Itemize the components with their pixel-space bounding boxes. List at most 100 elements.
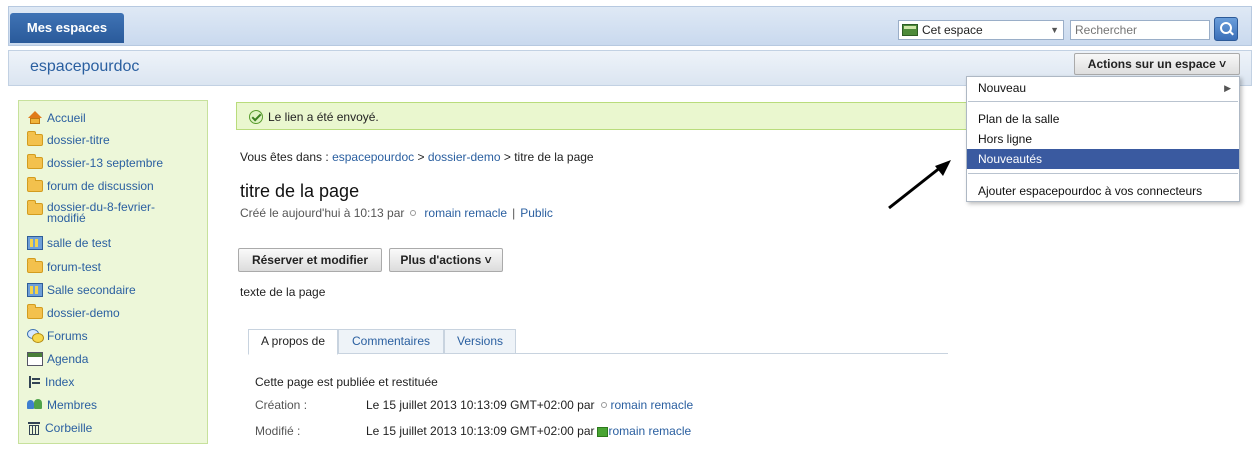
menu-item-nouveautes[interactable]: Nouveautés bbox=[967, 149, 1239, 169]
forums-icon bbox=[27, 329, 44, 343]
sidebar-item-label: Accueil bbox=[47, 111, 86, 125]
annotation-arrow bbox=[888, 160, 951, 210]
created-value: Le 15 juillet 2013 10:13:09 GMT+02:00 pa… bbox=[366, 398, 693, 412]
space-actions-button[interactable]: Actions sur un espace ˅ bbox=[1074, 53, 1240, 75]
breadcrumb-separator: > bbox=[414, 150, 428, 164]
sidebar-item-dossier-demo[interactable]: dossier-demo bbox=[27, 304, 120, 326]
space-actions-menu: Nouveau ▶ Plan de la salle Hors ligne Nou… bbox=[966, 76, 1240, 202]
breadcrumb: Vous êtes dans : espacepourdoc > dossier… bbox=[240, 150, 594, 164]
sidebar-item-label: forum-test bbox=[47, 260, 102, 274]
created-date: Le 15 juillet 2013 10:13:09 GMT+02:00 pa… bbox=[366, 398, 595, 412]
user-status-icon bbox=[600, 402, 607, 409]
sidebar-item-label: Salle secondaire bbox=[47, 283, 136, 297]
sidebar-item-label: dossier-13 septembre bbox=[47, 156, 164, 170]
breadcrumb-prefix: Vous êtes dans : bbox=[240, 150, 333, 164]
sidebar-item-salle-secondaire[interactable]: Salle secondaire bbox=[27, 283, 136, 303]
folder-icon bbox=[27, 304, 43, 319]
created-label: Création : bbox=[255, 398, 308, 412]
check-circle-icon bbox=[249, 110, 263, 124]
room-icon bbox=[27, 283, 43, 297]
menu-item-hors-ligne[interactable]: Hors ligne bbox=[967, 129, 1239, 149]
search-input[interactable] bbox=[1070, 20, 1210, 40]
tab-versions[interactable]: Versions bbox=[444, 329, 516, 354]
sidebar-item-label: Agenda bbox=[47, 352, 89, 366]
visibility-link[interactable]: Public bbox=[520, 206, 553, 220]
members-icon bbox=[27, 398, 43, 412]
sidebar-item-forum-de-discussion[interactable]: forum de discussion bbox=[27, 177, 154, 199]
menu-separator bbox=[968, 101, 1238, 102]
folder-icon bbox=[27, 154, 43, 169]
page-meta: Créé le aujourd'hui à 10:13 par romain re… bbox=[240, 206, 553, 220]
sidebar: Accueil dossier-titre dossier-13 septemb… bbox=[18, 100, 208, 444]
modified-date: Le 15 juillet 2013 10:13:09 GMT+02:00 pa… bbox=[366, 424, 595, 438]
home-icon bbox=[27, 111, 43, 125]
search-scope-value: Cet espace bbox=[922, 23, 983, 37]
meta-separator: | bbox=[512, 206, 516, 220]
sidebar-item-label: salle de test bbox=[47, 236, 112, 250]
breadcrumb-separator: > bbox=[500, 150, 515, 164]
creator-link[interactable]: romain remacle bbox=[611, 398, 694, 412]
page-body: texte de la page bbox=[240, 285, 326, 299]
sidebar-item-label: dossier-titre bbox=[47, 133, 110, 147]
chevron-down-icon: ▼ bbox=[1050, 25, 1059, 35]
sidebar-item-forum-test[interactable]: forum-test bbox=[27, 258, 102, 280]
user-status-icon bbox=[410, 210, 417, 217]
menu-item-ajouter-connecteurs[interactable]: Ajouter espacepourdoc à vos connecteurs bbox=[967, 181, 1239, 201]
space-title[interactable]: espacepourdoc bbox=[30, 58, 139, 76]
sidebar-item-salle-de-test[interactable]: salle de test bbox=[27, 236, 111, 256]
menu-item-nouveau[interactable]: Nouveau ▶ bbox=[967, 78, 1239, 98]
search-button[interactable] bbox=[1214, 17, 1238, 41]
arrow-head bbox=[935, 160, 951, 176]
success-notice: Le lien a été envoyé. bbox=[236, 102, 976, 130]
sidebar-item-dossier-titre[interactable]: dossier-titre bbox=[27, 131, 110, 153]
sidebar-item-forums[interactable]: Forums bbox=[27, 329, 88, 349]
breadcrumb-current: titre de la page bbox=[514, 150, 594, 164]
trash-icon bbox=[27, 421, 41, 435]
sidebar-item-label: Index bbox=[45, 375, 75, 389]
sidebar-item-index[interactable]: Index bbox=[27, 375, 74, 395]
menu-separator bbox=[968, 173, 1238, 174]
search-scope-select[interactable]: Cet espace ▼ bbox=[898, 20, 1064, 40]
sidebar-item-dossier-du-8-fevrier[interactable]: dossier-du-8-fevrier- modifié bbox=[27, 200, 156, 232]
created-text: Créé le aujourd'hui à 10:13 par bbox=[240, 206, 405, 220]
sidebar-item-label: dossier-demo bbox=[47, 306, 120, 320]
breadcrumb-link-space[interactable]: espacepourdoc bbox=[332, 150, 414, 164]
more-actions-button[interactable]: Plus d'actions ˅ bbox=[389, 248, 503, 272]
sidebar-item-accueil[interactable]: Accueil bbox=[27, 111, 86, 131]
sidebar-item-agenda[interactable]: Agenda bbox=[27, 352, 88, 372]
publication-status: Cette page est publiée et restituée bbox=[255, 375, 438, 389]
chevron-right-icon: ▶ bbox=[1224, 83, 1231, 93]
tab-commentaires[interactable]: Commentaires bbox=[338, 329, 444, 354]
folder-icon bbox=[27, 200, 43, 215]
space-icon bbox=[902, 24, 918, 36]
breadcrumb-link-folder[interactable]: dossier-demo bbox=[428, 150, 501, 164]
sidebar-item-label: Membres bbox=[47, 398, 98, 412]
sidebar-item-label: dossier-du-8-fevrier- modifié bbox=[47, 200, 156, 225]
online-status-icon bbox=[596, 426, 608, 437]
menu-item-plan-de-la-salle[interactable]: Plan de la salle bbox=[967, 109, 1239, 129]
menu-item-label: Nouveau bbox=[978, 81, 1027, 95]
author-link[interactable]: romain remacle bbox=[424, 206, 507, 220]
arrow-line bbox=[888, 165, 942, 210]
room-icon bbox=[27, 236, 43, 250]
sidebar-item-dossier-13-septembre[interactable]: dossier-13 septembre bbox=[27, 154, 164, 176]
reserve-edit-button[interactable]: Réserver et modifier bbox=[238, 248, 382, 272]
folder-icon bbox=[27, 131, 43, 146]
folder-icon bbox=[27, 258, 43, 273]
modifier-link[interactable]: romain remacle bbox=[609, 424, 692, 438]
modified-value: Le 15 juillet 2013 10:13:09 GMT+02:00 pa… bbox=[366, 424, 691, 438]
top-bar bbox=[8, 6, 1252, 46]
notice-text: Le lien a été envoyé. bbox=[268, 110, 379, 124]
modified-label: Modifié : bbox=[255, 424, 301, 438]
folder-icon bbox=[27, 177, 43, 192]
sidebar-item-corbeille[interactable]: Corbeille bbox=[27, 421, 92, 441]
my-spaces-tab[interactable]: Mes espaces bbox=[10, 13, 124, 43]
sidebar-item-label: Forums bbox=[47, 329, 88, 343]
page-title: titre de la page bbox=[240, 181, 360, 201]
tab-a-propos[interactable]: A propos de bbox=[248, 329, 338, 355]
sidebar-item-membres[interactable]: Membres bbox=[27, 398, 97, 418]
index-icon bbox=[27, 375, 41, 389]
sidebar-item-label: Corbeille bbox=[45, 421, 93, 435]
sidebar-item-label: forum de discussion bbox=[47, 179, 154, 193]
calendar-icon bbox=[27, 352, 43, 366]
